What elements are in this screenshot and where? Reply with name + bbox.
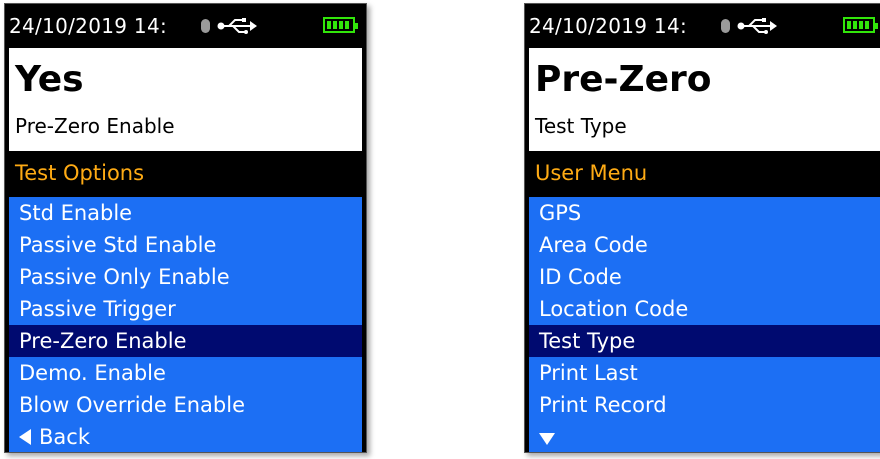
menu-item-pre-zero-enable-selected[interactable]: Pre-Zero Enable: [9, 325, 362, 357]
value-panel: Pre-Zero Test Type: [529, 48, 880, 151]
menu-item-id-code[interactable]: ID Code: [529, 261, 880, 293]
menu-item-area-code[interactable]: Area Code: [529, 229, 880, 261]
back-label: Back: [39, 425, 90, 449]
back-button[interactable]: Back: [9, 421, 362, 452]
menu-item-demo-enable[interactable]: Demo. Enable: [9, 357, 362, 389]
menu-section-title: Test Options: [15, 161, 145, 185]
menu-section-title: User Menu: [535, 161, 648, 185]
down-arrow-icon: [539, 433, 555, 445]
setting-name: Test Type: [535, 114, 627, 138]
menu-item-passive-only-enable[interactable]: Passive Only Enable: [9, 261, 362, 293]
menu-item-print-last[interactable]: Print Last: [529, 357, 880, 389]
menu-item-blow-override-enable[interactable]: Blow Override Enable: [9, 389, 362, 421]
menu-item-passive-trigger[interactable]: Passive Trigger: [9, 293, 362, 325]
battery-icon: [323, 17, 358, 33]
setting-name: Pre-Zero Enable: [15, 114, 175, 138]
bluetooth-icon: [201, 19, 210, 33]
back-arrow-icon: [19, 429, 31, 445]
usb-icon: [737, 18, 777, 34]
menu-list: Std Enable Passive Std Enable Passive On…: [9, 197, 362, 452]
status-bar: 24/10/2019 14:: [5, 4, 366, 48]
current-value: Pre-Zero: [535, 59, 712, 100]
battery-icon: [843, 17, 878, 33]
menu-list: GPS Area Code ID Code Location Code Test…: [529, 197, 880, 452]
value-panel: Yes Pre-Zero Enable: [9, 48, 362, 151]
usb-icon: [217, 18, 257, 34]
menu-item-passive-std-enable[interactable]: Passive Std Enable: [9, 229, 362, 261]
datetime-text: 24/10/2019 14:: [529, 14, 688, 38]
datetime-text: 24/10/2019 14:: [9, 14, 168, 38]
scroll-down-indicator[interactable]: [529, 421, 880, 452]
menu-item-std-enable[interactable]: Std Enable: [9, 197, 362, 229]
menu-item-location-code[interactable]: Location Code: [529, 293, 880, 325]
menu-item-test-type-selected[interactable]: Test Type: [529, 325, 880, 357]
bluetooth-icon: [721, 19, 730, 33]
status-bar: 24/10/2019 14:: [525, 4, 880, 48]
device-screen-user-menu: 24/10/2019 14: Pre-Zero Test Type User M…: [524, 3, 880, 453]
current-value: Yes: [15, 59, 84, 100]
menu-item-print-record[interactable]: Print Record: [529, 389, 880, 421]
menu-item-gps[interactable]: GPS: [529, 197, 880, 229]
device-screen-test-options: 24/10/2019 14: Yes Pre-Zero Enable Test …: [4, 3, 367, 453]
